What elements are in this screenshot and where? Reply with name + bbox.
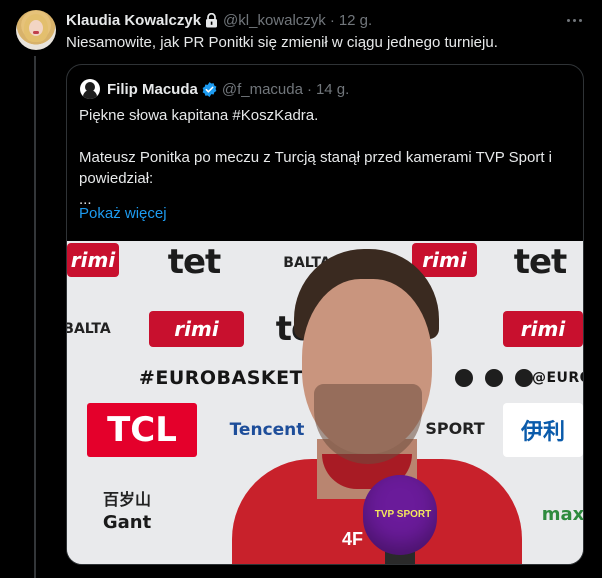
separator-dot: · xyxy=(329,11,335,29)
sponsor-baisuishan-logo: 百岁山 xyxy=(102,490,151,509)
quoted-separator-dot: · xyxy=(306,80,312,98)
mic-label: TVP SPORT xyxy=(374,509,432,520)
quoted-tweet-time[interactable]: 14 g. xyxy=(316,81,349,98)
lock-icon xyxy=(205,12,219,28)
author-avatar[interactable] xyxy=(16,10,56,50)
author-name[interactable]: Klaudia Kowalczyk xyxy=(66,12,201,29)
quoted-author-handle[interactable]: @f_macuda xyxy=(222,81,303,98)
quoted-text-line: Mateusz Ponitka po meczu z Turcją stanął… xyxy=(79,149,552,187)
verified-badge-icon xyxy=(201,81,218,98)
sponsor-max-logo: max xyxy=(541,503,583,525)
show-more-link[interactable]: Pokaż więcej xyxy=(79,205,167,222)
sponsor-balta-logo: BALTA xyxy=(67,321,111,337)
tvp-sport-microphone: TVP SPORT xyxy=(363,475,443,564)
quoted-tweet-header: Filip Macuda @f_macuda · 14 g. xyxy=(107,79,349,99)
tweet[interactable]: Klaudia Kowalczyk @kl_kowalczyk · 12 g. … xyxy=(0,0,602,578)
tweet-text: Niesamowite, jak PR Ponitki się zmienił … xyxy=(66,34,498,51)
quoted-tweet[interactable]: Filip Macuda @f_macuda · 14 g. Piękne sł… xyxy=(66,64,584,565)
jersey-4f-logo: 4F xyxy=(342,529,364,549)
author-handle[interactable]: @kl_kowalczyk xyxy=(223,12,326,29)
tweet-header: Klaudia Kowalczyk @kl_kowalczyk · 12 g. xyxy=(66,10,372,30)
sponsor-tcl-logo: TCL xyxy=(87,403,197,457)
quoted-tweet-text: Piękne słowa kapitana #KoszKadra. Mateus… xyxy=(79,105,575,210)
quoted-author-avatar[interactable] xyxy=(80,79,100,99)
quoted-author-name[interactable]: Filip Macuda xyxy=(107,81,198,98)
tweet-time[interactable]: 12 g. xyxy=(339,12,372,29)
thread-line xyxy=(34,56,36,578)
sponsor-rimi-logo: rimi xyxy=(67,243,119,277)
more-icon[interactable] xyxy=(562,10,586,30)
eurobasket-handle: @EURO xyxy=(531,370,583,386)
quoted-text-line: Piękne słowa kapitana #KoszKadra. xyxy=(79,107,319,124)
sponsor-gant-logo: Gant xyxy=(102,511,152,533)
quoted-tweet-media[interactable]: rimi tet BALTA rimi tet BALTA rimi tet r… xyxy=(67,241,583,564)
